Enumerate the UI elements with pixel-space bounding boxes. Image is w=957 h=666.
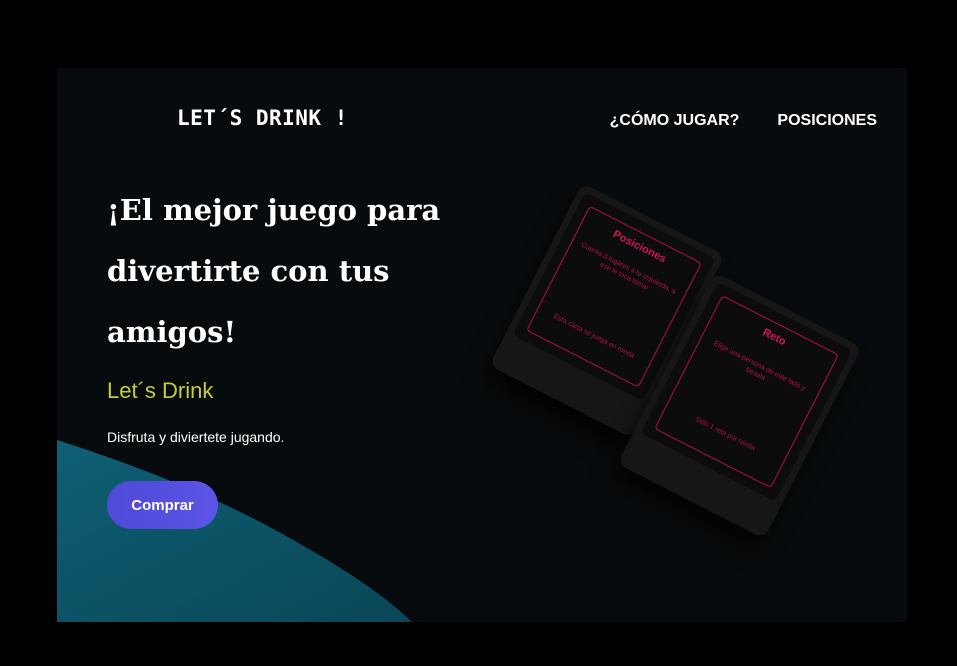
hero-description: Disfruta y diviertete jugando. bbox=[107, 429, 285, 445]
hero-subtitle: Let´s Drink bbox=[107, 378, 214, 403]
site-logo[interactable]: LET´S DRINK ! bbox=[177, 106, 348, 130]
hero-section: LET´S DRINK ! ¿CÓMO JUGAR? POSICIONES ¡E… bbox=[57, 68, 907, 622]
card-decks-image: Posiciones Cuenta 3 lugares a tu izquier… bbox=[489, 168, 897, 548]
main-nav: ¿CÓMO JUGAR? POSICIONES bbox=[610, 112, 877, 130]
nav-link-como-jugar[interactable]: ¿CÓMO JUGAR? bbox=[610, 112, 740, 130]
buy-button[interactable]: Comprar bbox=[107, 481, 218, 529]
hero-title: ¡El mejor juego para divertirte con tus … bbox=[107, 193, 441, 349]
nav-link-posiciones[interactable]: POSICIONES bbox=[777, 112, 877, 130]
